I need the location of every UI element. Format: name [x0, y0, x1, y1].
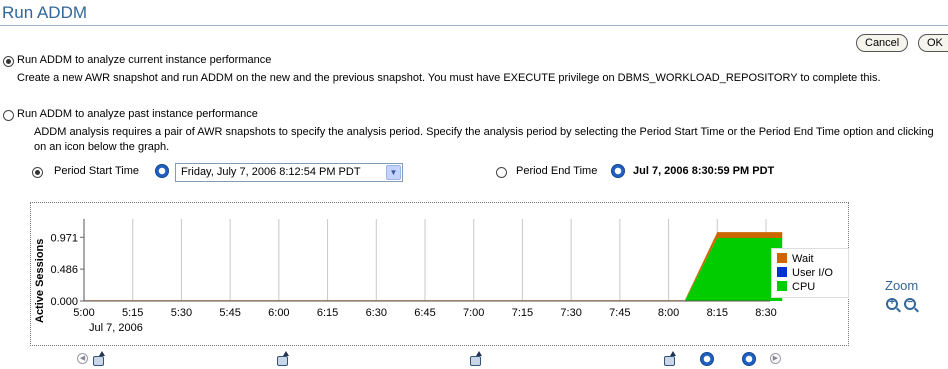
snapshot-icon[interactable]	[663, 351, 676, 366]
y-tick-label: 0.000	[50, 296, 78, 308]
chart-legend: Wait User I/O CPU	[771, 248, 849, 298]
x-tick-label: 6:15	[317, 307, 338, 319]
x-tick-label: 7:45	[609, 307, 630, 319]
legend-item-cpu: CPU	[777, 281, 815, 293]
zoom-in-icon[interactable]: +	[886, 297, 898, 310]
area-user-i-o	[84, 238, 783, 301]
x-tick-label: 5:00	[73, 307, 94, 319]
legend-swatch-cpu	[777, 281, 787, 291]
x-tick-label: 7:00	[463, 307, 484, 319]
y-tick-label: 0.971	[50, 232, 78, 244]
x-tick-label: 8:00	[658, 307, 679, 319]
zoom-out-icon[interactable]: −	[904, 297, 916, 310]
snapshot-icon[interactable]	[276, 351, 289, 366]
legend-swatch-wait	[777, 253, 787, 263]
x-tick-label: 6:30	[366, 307, 387, 319]
active-sessions-chart: 5:00 5:15 5:30 5:45 6:00 6:15 6:30 6:45 7:00 7:15…	[50, 219, 783, 334]
zoom-label: Zoom	[885, 278, 919, 293]
legend-swatch-user-io	[777, 267, 787, 277]
y-tick-label: 0.486	[50, 264, 78, 276]
legend-label-wait: Wait	[792, 253, 814, 265]
x-date-label: Jul 7, 2006	[89, 322, 143, 334]
x-tick-label: 7:30	[560, 307, 581, 319]
snapshot-icon[interactable]	[469, 351, 482, 366]
scroll-left-icon[interactable]: ◀	[77, 353, 88, 364]
legend-item-user-io: User I/O	[777, 267, 833, 279]
period-start-marker-icon[interactable]	[700, 352, 714, 366]
x-tick-label: 7:15	[512, 307, 533, 319]
x-tick-label: 8:15	[707, 307, 728, 319]
x-tick-label: 6:00	[268, 307, 289, 319]
scroll-right-icon[interactable]: ▶	[770, 353, 781, 364]
area-cpu	[84, 238, 783, 301]
period-end-marker-icon[interactable]	[742, 352, 756, 366]
x-tick-label: 5:45	[219, 307, 240, 319]
legend-item-wait: Wait	[777, 253, 814, 265]
x-tick-label: 8:30	[755, 307, 776, 319]
legend-label-user-io: User I/O	[792, 267, 833, 279]
x-tick-label: 6:45	[414, 307, 435, 319]
snapshot-icon[interactable]	[92, 351, 105, 366]
area-wait	[84, 232, 783, 301]
y-axis-label: Active Sessions	[34, 238, 46, 323]
x-tick-label: 5:30	[171, 307, 192, 319]
x-tick-label: 5:15	[122, 307, 143, 319]
legend-label-cpu: CPU	[792, 281, 816, 293]
